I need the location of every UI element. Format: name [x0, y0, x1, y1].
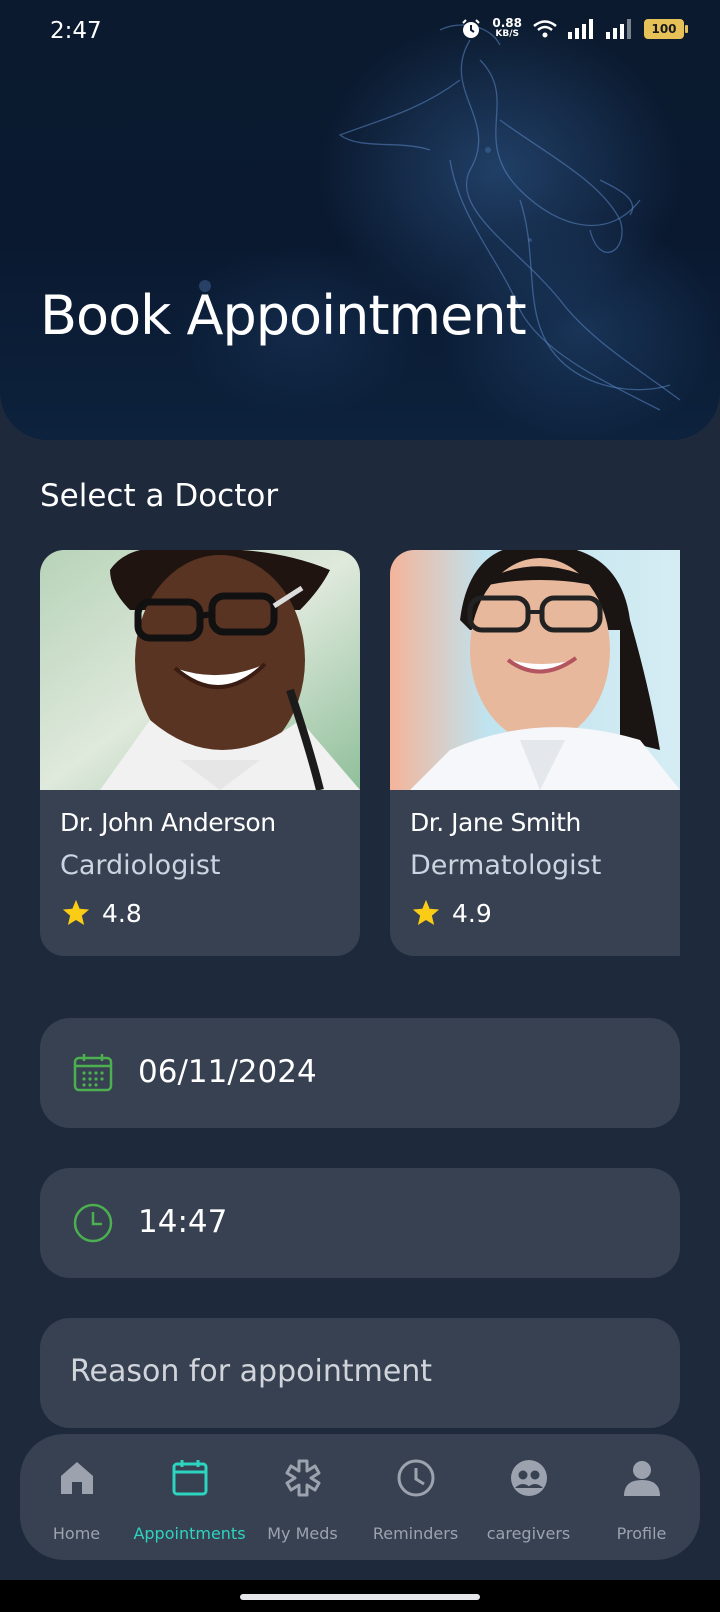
system-gesture-bar [0, 1580, 720, 1612]
status-icons: 0.88 KB/S 100 [460, 16, 688, 40]
wifi-icon [533, 20, 557, 38]
doctor-specialty: Cardiologist [60, 850, 221, 881]
doctor-name: Dr. John Anderson [60, 808, 276, 837]
time-value: 14:47 [138, 1204, 228, 1240]
nav-label: caregivers [486, 1524, 571, 1543]
nav-label: Profile [616, 1524, 667, 1543]
alarm-icon [462, 19, 481, 38]
caregivers-icon [511, 1460, 547, 1496]
clock-icon [397, 1459, 435, 1497]
star-icon [412, 899, 440, 925]
person-icon [624, 1461, 660, 1496]
hero-banner: Book Appointment [0, 0, 720, 440]
nav-item-profile[interactable]: Profile [585, 1434, 698, 1560]
clock-icon [73, 1203, 113, 1243]
home-gesture-handle[interactable] [240, 1594, 480, 1600]
status-time: 2:47 [50, 18, 102, 44]
reason-input[interactable]: Reason for appointment [40, 1318, 680, 1428]
nav-label: Appointments [133, 1524, 246, 1543]
signal-icon [568, 19, 593, 39]
medical-star-icon [285, 1459, 321, 1497]
network-speed: 0.88 KB/S [492, 16, 522, 39]
date-value: 06/11/2024 [138, 1054, 317, 1090]
doctor-photo [40, 550, 360, 790]
nav-item-appointments[interactable]: Appointments [133, 1434, 246, 1560]
status-bar: 2:47 0.88 KB/S 100 [0, 0, 720, 64]
date-picker-field[interactable]: 06/11/2024 [40, 1018, 680, 1128]
doctor-specialty: Dermatologist [410, 850, 602, 881]
nav-item-my-meds[interactable]: My Meds [246, 1434, 359, 1560]
calendar-icon [172, 1460, 208, 1496]
nav-label: My Meds [267, 1524, 338, 1543]
calendar-icon [73, 1054, 113, 1092]
section-title: Select a Doctor [40, 478, 279, 514]
reason-placeholder: Reason for appointment [70, 1354, 433, 1389]
rating-value: 4.9 [452, 898, 492, 928]
doctor-card[interactable]: Dr. Jane Smith Dermatologist 4.9 [390, 550, 680, 956]
home-icon [61, 1462, 93, 1494]
nav-item-reminders[interactable]: Reminders [359, 1434, 472, 1560]
doctor-name: Dr. Jane Smith [410, 808, 581, 837]
doctor-photo [390, 550, 680, 790]
time-picker-field[interactable]: 14:47 [40, 1168, 680, 1278]
bottom-navigation: Home Appointments My Meds Reminders care… [20, 1434, 700, 1560]
jellyfish-background-image [199, 24, 681, 411]
nav-label: Reminders [372, 1524, 459, 1543]
nav-item-caregivers[interactable]: caregivers [472, 1434, 585, 1560]
nav-item-home[interactable]: Home [20, 1434, 133, 1560]
doctor-rating: 4.8 [60, 898, 142, 928]
rating-value: 4.8 [102, 898, 142, 928]
doctor-carousel[interactable]: Dr. John Anderson Cardiologist 4.8 Dr. J… [40, 550, 680, 958]
nav-label: Home [52, 1524, 101, 1543]
doctor-rating: 4.9 [410, 898, 492, 928]
doctor-card[interactable]: Dr. John Anderson Cardiologist 4.8 [40, 550, 360, 956]
star-icon [62, 899, 90, 925]
page-title: Book Appointment [40, 284, 527, 347]
battery-icon: 100 [644, 19, 688, 39]
signal-icon-2 [606, 19, 631, 39]
